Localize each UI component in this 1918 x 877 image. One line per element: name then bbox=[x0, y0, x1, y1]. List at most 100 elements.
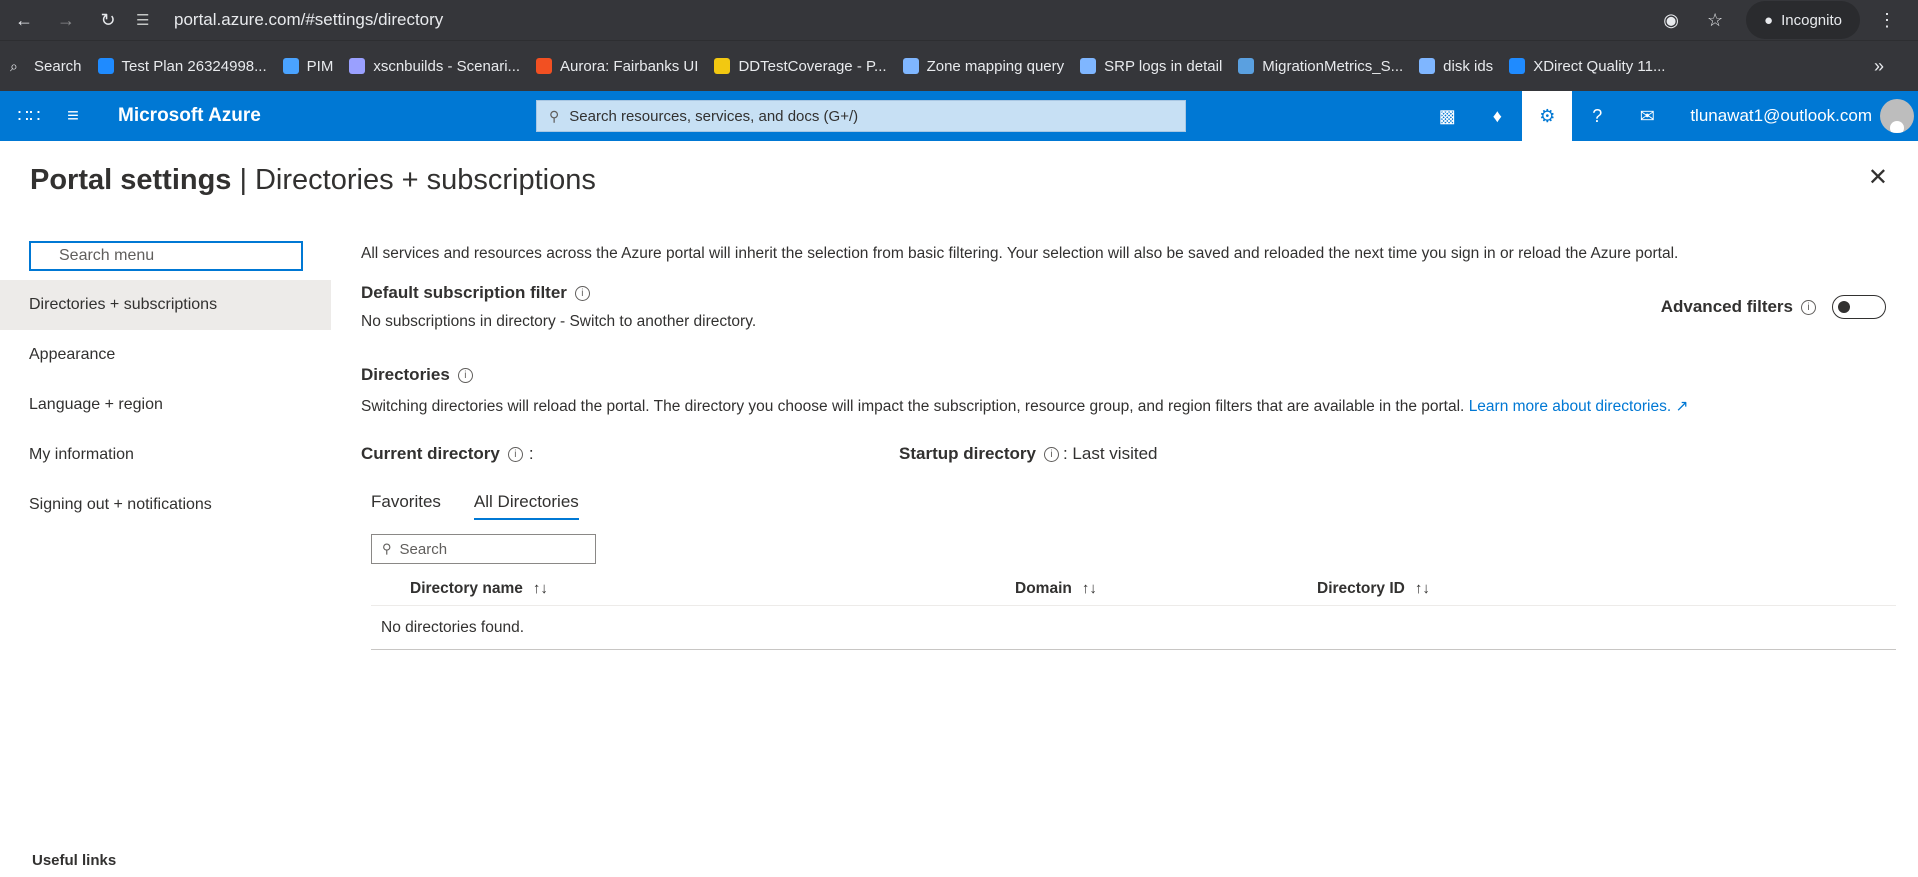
useful-links-heading: Useful links bbox=[32, 852, 117, 869]
address-bar[interactable]: ☰ portal.azure.com/#settings/directory bbox=[136, 4, 1644, 36]
hamburger-menu-icon[interactable]: ≡ bbox=[58, 105, 88, 128]
default-filter-label: Default subscription filter bbox=[361, 283, 567, 302]
column-label: Directory name bbox=[410, 579, 523, 597]
directories-table: Directory name ↑↓ Domain ↑↓ Directory ID ↑↓… bbox=[371, 572, 1896, 650]
table-header: Directory name ↑↓ Domain ↑↓ Directory ID ↑↓ bbox=[371, 572, 1896, 606]
column-domain[interactable]: Domain ↑↓ bbox=[1015, 580, 1317, 598]
learn-more-label: Learn more about directories. bbox=[1468, 398, 1672, 415]
column-directory-name[interactable]: Directory name ↑↓ bbox=[410, 580, 1015, 598]
help-icon[interactable]: ? bbox=[1572, 91, 1622, 141]
search-icon: ⚲ bbox=[382, 541, 392, 556]
tab-favorites[interactable]: Favorites bbox=[371, 492, 441, 520]
search-icon: ⚲ bbox=[549, 107, 560, 124]
more-bookmarks-icon[interactable]: » bbox=[1874, 56, 1884, 77]
default-filter-text: No subscriptions in directory - Switch t… bbox=[361, 313, 757, 330]
default-filter-title: Default subscription filter i bbox=[361, 283, 756, 303]
forward-arrow-icon[interactable]: → bbox=[48, 4, 84, 36]
startup-directory-label: Startup directory bbox=[899, 444, 1036, 463]
x-icon bbox=[349, 58, 366, 74]
startup-directory-value[interactable]: : Last visited bbox=[1063, 444, 1158, 464]
advanced-filters: Advanced filters i bbox=[1661, 283, 1886, 331]
bookmark-item[interactable]: Test Plan 26324998... bbox=[97, 58, 267, 75]
directory-search-placeholder: Search bbox=[399, 540, 448, 558]
kusto-icon bbox=[902, 58, 919, 74]
site-info-icon[interactable]: ☰ bbox=[136, 11, 160, 29]
info-icon[interactable]: i bbox=[457, 367, 473, 383]
nav-item-appearance[interactable]: Appearance bbox=[0, 330, 331, 380]
info-icon[interactable]: i bbox=[507, 446, 523, 462]
directories-title: Directories i bbox=[361, 365, 1896, 385]
url-text: portal.azure.com/#settings/directory bbox=[174, 10, 444, 29]
feedback-icon[interactable]: ✉ bbox=[1622, 91, 1672, 141]
tab-all-directories[interactable]: All Directories bbox=[473, 492, 579, 520]
nav-item-signing-out-notifications[interactable]: Signing out + notifications bbox=[0, 480, 331, 530]
bookmark-item[interactable]: ⌕ Search bbox=[10, 58, 82, 75]
bookmark-item[interactable]: XDirect Quality 11... bbox=[1509, 58, 1665, 75]
settings-menu: Search menu Directories + subscriptions … bbox=[0, 219, 331, 650]
sort-icon[interactable]: ↑↓ bbox=[1082, 580, 1097, 597]
bookmark-item[interactable]: xscnbuilds - Scenari... bbox=[349, 58, 520, 75]
notifications-bell-icon[interactable]: ♦ bbox=[1472, 91, 1522, 141]
search-icon: ⌕ bbox=[10, 58, 26, 74]
external-link-icon: ↗ bbox=[1675, 398, 1689, 415]
info-icon[interactable]: i bbox=[1801, 299, 1816, 315]
app-launcher-icon[interactable]: ∷∷ bbox=[0, 106, 58, 127]
global-search-input[interactable]: ⚲ Search resources, services, and docs (… bbox=[536, 100, 1186, 132]
bookmark-label: MigrationMetrics_S... bbox=[1262, 57, 1404, 75]
sort-icon[interactable]: ↑↓ bbox=[533, 580, 548, 597]
bookmark-item[interactable]: Zone mapping query bbox=[902, 58, 1064, 75]
menu-search-input[interactable]: Search menu bbox=[29, 241, 303, 271]
current-directory: Current directory i : bbox=[361, 444, 899, 464]
column-directory-id[interactable]: Directory ID ↑↓ bbox=[1317, 580, 1430, 598]
close-icon[interactable]: ✕ bbox=[1868, 163, 1888, 192]
kebab-menu-icon[interactable]: ⋮ bbox=[1870, 10, 1904, 31]
incognito-badge[interactable]: ● Incognito bbox=[1746, 1, 1860, 39]
bookmark-item[interactable]: DDTestCoverage - P... bbox=[714, 57, 887, 75]
nav-item-my-information[interactable]: My information bbox=[0, 430, 331, 480]
bookmark-label: disk ids bbox=[1443, 57, 1494, 75]
page-title-main: Portal settings bbox=[30, 163, 232, 196]
bookmark-item[interactable]: SRP logs in detail bbox=[1080, 58, 1222, 75]
bookmark-item[interactable]: Aurora: Fairbanks UI bbox=[536, 58, 698, 75]
sort-icon[interactable]: ↑↓ bbox=[1415, 580, 1430, 597]
star-icon[interactable]: ☆ bbox=[1698, 10, 1732, 31]
nav-item-language-region[interactable]: Language + region bbox=[0, 380, 331, 430]
bookmark-label: Search bbox=[34, 57, 82, 75]
info-icon[interactable]: i bbox=[1043, 446, 1059, 462]
page-title-section: Directories + subscriptions bbox=[254, 163, 596, 196]
startup-directory: Startup directory i : Last visited bbox=[899, 444, 1157, 464]
back-arrow-icon[interactable]: ← bbox=[6, 4, 42, 36]
advanced-filters-label: Advanced filters bbox=[1660, 297, 1793, 316]
empty-state-row: No directories found. bbox=[371, 606, 1896, 650]
column-label: Directory ID bbox=[1317, 579, 1405, 597]
bookmark-label: xscnbuilds - Scenari... bbox=[373, 57, 521, 75]
directory-tabs: Favorites All Directories bbox=[371, 492, 1896, 520]
eye-off-icon[interactable]: ◉ bbox=[1654, 10, 1688, 31]
bookmark-item[interactable]: MigrationMetrics_S... bbox=[1238, 58, 1403, 75]
bookmark-item[interactable]: disk ids bbox=[1419, 58, 1493, 75]
main-content: All services and resources across the Az… bbox=[331, 219, 1918, 650]
bookmark-label: XDirect Quality 11... bbox=[1533, 57, 1666, 75]
advanced-filters-toggle[interactable] bbox=[1832, 295, 1886, 319]
learn-more-link[interactable]: Learn more about directories. ↗ bbox=[1469, 398, 1689, 415]
directories-desc-text: Switching directories will reload the po… bbox=[361, 398, 1465, 415]
directory-search-input[interactable]: ⚲ Search bbox=[371, 534, 596, 564]
cloud-shell-icon[interactable]: ▩ bbox=[1422, 91, 1472, 141]
bookmark-label: Aurora: Fairbanks UI bbox=[560, 57, 699, 75]
menu-search-placeholder: Search menu bbox=[59, 247, 155, 264]
info-icon[interactable]: i bbox=[574, 285, 590, 301]
bookmark-label: DDTestCoverage - P... bbox=[738, 57, 887, 75]
directories-label: Directories bbox=[361, 365, 450, 384]
bookmark-label: PIM bbox=[306, 57, 334, 75]
bookmark-item[interactable]: PIM bbox=[282, 57, 334, 75]
azure-brand[interactable]: Microsoft Azure bbox=[118, 105, 536, 127]
bookmark-label: SRP logs in detail bbox=[1104, 57, 1223, 75]
page-header: Portal settings | Directories + subscripti… bbox=[0, 141, 1918, 219]
account-email[interactable]: tlunawat1@outlook.com bbox=[1690, 106, 1872, 126]
reload-icon[interactable]: ↻ bbox=[90, 4, 126, 36]
page-title: Portal settings | Directories + subscripti… bbox=[30, 164, 596, 197]
powerbi-icon bbox=[714, 58, 731, 74]
settings-gear-icon[interactable]: ⚙ bbox=[1522, 91, 1573, 141]
nav-item-directories-subscriptions[interactable]: Directories + subscriptions bbox=[0, 280, 331, 330]
avatar[interactable] bbox=[1880, 99, 1914, 133]
